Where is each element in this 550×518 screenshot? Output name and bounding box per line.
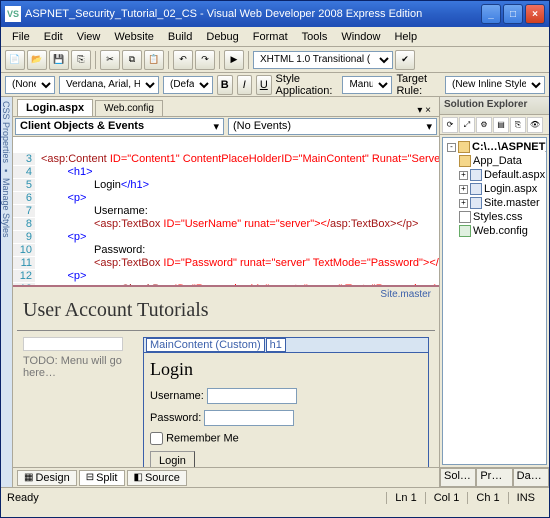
- menu-edit[interactable]: Edit: [37, 29, 70, 45]
- view-tabs: ▦ Design ⊟ Split ◧ Source: [13, 467, 439, 487]
- window-title: ASPNET_Security_Tutorial_02_CS - Visual …: [25, 8, 481, 20]
- menu-format[interactable]: Format: [246, 29, 295, 45]
- menu-window[interactable]: Window: [334, 29, 387, 45]
- italic-button[interactable]: I: [237, 75, 253, 95]
- maximize-button[interactable]: □: [503, 4, 523, 24]
- saveall-button[interactable]: ⎘: [71, 50, 91, 70]
- showall-button[interactable]: ▤: [493, 117, 509, 133]
- code-editor[interactable]: 3<asp:Content ID="Content1" ContentPlace…: [13, 137, 439, 287]
- open-button[interactable]: 📂: [27, 50, 47, 70]
- target-select[interactable]: (New Inline Style): [445, 76, 545, 94]
- status-col: Col 1: [425, 492, 468, 504]
- rtab-properties[interactable]: Pr…: [476, 468, 512, 487]
- username-input[interactable]: [207, 388, 297, 404]
- object-bar: Client Objects & Events▾ (No Events)▾: [13, 117, 439, 137]
- content-tag-path: MainContent (Custom)h1: [144, 338, 428, 353]
- tree-appdata[interactable]: App_Data: [445, 154, 544, 168]
- solution-toolbar: ⟳ ⤢ ⚙ ▤ ⎘ 👁: [440, 115, 549, 135]
- size-select[interactable]: (Default: [163, 76, 213, 94]
- styleapp-label: Style Application:: [276, 73, 339, 97]
- refresh-button[interactable]: ⟳: [442, 117, 458, 133]
- object-select[interactable]: Client Objects & Events▾: [15, 118, 224, 135]
- copy-site-button[interactable]: ⎘: [510, 117, 526, 133]
- undo-button[interactable]: ↶: [173, 50, 193, 70]
- redo-button[interactable]: ↷: [195, 50, 215, 70]
- tree-sitemaster[interactable]: +Site.master: [445, 196, 544, 210]
- bold-button[interactable]: B: [217, 75, 233, 95]
- new-button[interactable]: 📄: [5, 50, 25, 70]
- view-source[interactable]: ◧ Source: [127, 470, 187, 486]
- password-input[interactable]: [204, 410, 294, 426]
- rtab-solution[interactable]: Sol…: [440, 468, 476, 487]
- menu-website[interactable]: Website: [107, 29, 161, 45]
- menu-help[interactable]: Help: [387, 29, 424, 45]
- menu-file[interactable]: File: [5, 29, 37, 45]
- view-button[interactable]: 👁: [527, 117, 543, 133]
- events-select[interactable]: (No Events)▾: [228, 118, 437, 135]
- menu-debug[interactable]: Debug: [199, 29, 245, 45]
- login-button[interactable]: Login: [150, 451, 195, 467]
- titlebar: VS ASPNET_Security_Tutorial_02_CS - Visu…: [1, 1, 549, 27]
- menu-build[interactable]: Build: [161, 29, 199, 45]
- status-ready: Ready: [7, 492, 386, 504]
- login-heading: Login: [150, 359, 422, 380]
- minimize-button[interactable]: _: [481, 4, 501, 24]
- format-toolbar: (None) Verdana, Arial, Hel (Default B I …: [1, 73, 549, 97]
- status-ins: INS: [508, 492, 543, 504]
- menu-view[interactable]: View: [70, 29, 108, 45]
- tab-webconfig[interactable]: Web.config: [95, 100, 163, 116]
- remember-checkbox[interactable]: [150, 432, 163, 445]
- solution-tree[interactable]: -C:\…\ASPNET_Security App_Data +Default.…: [442, 137, 547, 465]
- view-split[interactable]: ⊟ Split: [79, 470, 125, 486]
- prop-button[interactable]: ⚙: [476, 117, 492, 133]
- styleapp-select[interactable]: Manual: [342, 76, 392, 94]
- doc-tabs: Login.aspx Web.config ▾ ×: [13, 97, 439, 117]
- menubar: File Edit View Website Build Debug Forma…: [1, 27, 549, 47]
- copy-button[interactable]: ⧉: [122, 50, 142, 70]
- font-select[interactable]: Verdana, Arial, Hel: [59, 76, 159, 94]
- view-design[interactable]: ▦ Design: [17, 470, 77, 486]
- menu-tools[interactable]: Tools: [295, 29, 335, 45]
- style-select[interactable]: (None): [5, 76, 55, 94]
- left-sidebar[interactable]: CSS Properties ▪ Manage Styles: [1, 97, 13, 487]
- status-ln: Ln 1: [386, 492, 424, 504]
- tab-login[interactable]: Login.aspx: [17, 99, 93, 116]
- run-button[interactable]: ▶: [224, 50, 244, 70]
- tree-webconfig[interactable]: Web.config: [445, 224, 544, 238]
- tab-close[interactable]: ▾ ×: [413, 105, 435, 116]
- tree-default[interactable]: +Default.aspx: [445, 168, 544, 182]
- solution-explorer: Solution Explorer ⟳ ⤢ ⚙ ▤ ⎘ 👁 -C:\…\ASPN…: [439, 97, 549, 487]
- nest-button[interactable]: ⤢: [459, 117, 475, 133]
- page-heading: User Account Tutorials: [17, 291, 435, 331]
- statusbar: Ready Ln 1 Col 1 Ch 1 INS: [1, 487, 549, 507]
- target-label: Target Rule:: [396, 73, 441, 97]
- status-ch: Ch 1: [467, 492, 507, 504]
- tree-styles[interactable]: Styles.css: [445, 210, 544, 224]
- app-icon: VS: [5, 6, 21, 22]
- remember-label: Remember Me: [166, 432, 239, 444]
- right-tabs: Sol… Pr… Da…: [440, 467, 549, 487]
- solution-header: Solution Explorer: [440, 97, 549, 115]
- todo-text: TODO: Menu will go here…: [23, 355, 122, 379]
- preview-sidebar: TODO: Menu will go here…: [23, 337, 133, 467]
- standard-toolbar: 📄 📂 💾 ⎘ ✂ ⧉ 📋 ↶ ↷ ▶ XHTML 1.0 Transition…: [1, 47, 549, 73]
- username-label: Username:: [150, 390, 204, 402]
- password-label: Password:: [150, 412, 201, 424]
- underline-button[interactable]: U: [256, 75, 272, 95]
- close-button[interactable]: ×: [525, 4, 545, 24]
- save-button[interactable]: 💾: [49, 50, 69, 70]
- paste-button[interactable]: 📋: [144, 50, 164, 70]
- design-preview: Site.master User Account Tutorials TODO:…: [13, 287, 439, 467]
- cut-button[interactable]: ✂: [100, 50, 120, 70]
- sitemaster-label: Site.master: [380, 289, 431, 300]
- doctype-select[interactable]: XHTML 1.0 Transitional (: [253, 51, 393, 69]
- validate-button[interactable]: ✔: [395, 50, 415, 70]
- content-panel[interactable]: MainContent (Custom)h1 Login Username: P…: [143, 337, 429, 467]
- rtab-database[interactable]: Da…: [513, 468, 549, 487]
- tree-root[interactable]: -C:\…\ASPNET_Security: [445, 140, 544, 154]
- tree-login[interactable]: +Login.aspx: [445, 182, 544, 196]
